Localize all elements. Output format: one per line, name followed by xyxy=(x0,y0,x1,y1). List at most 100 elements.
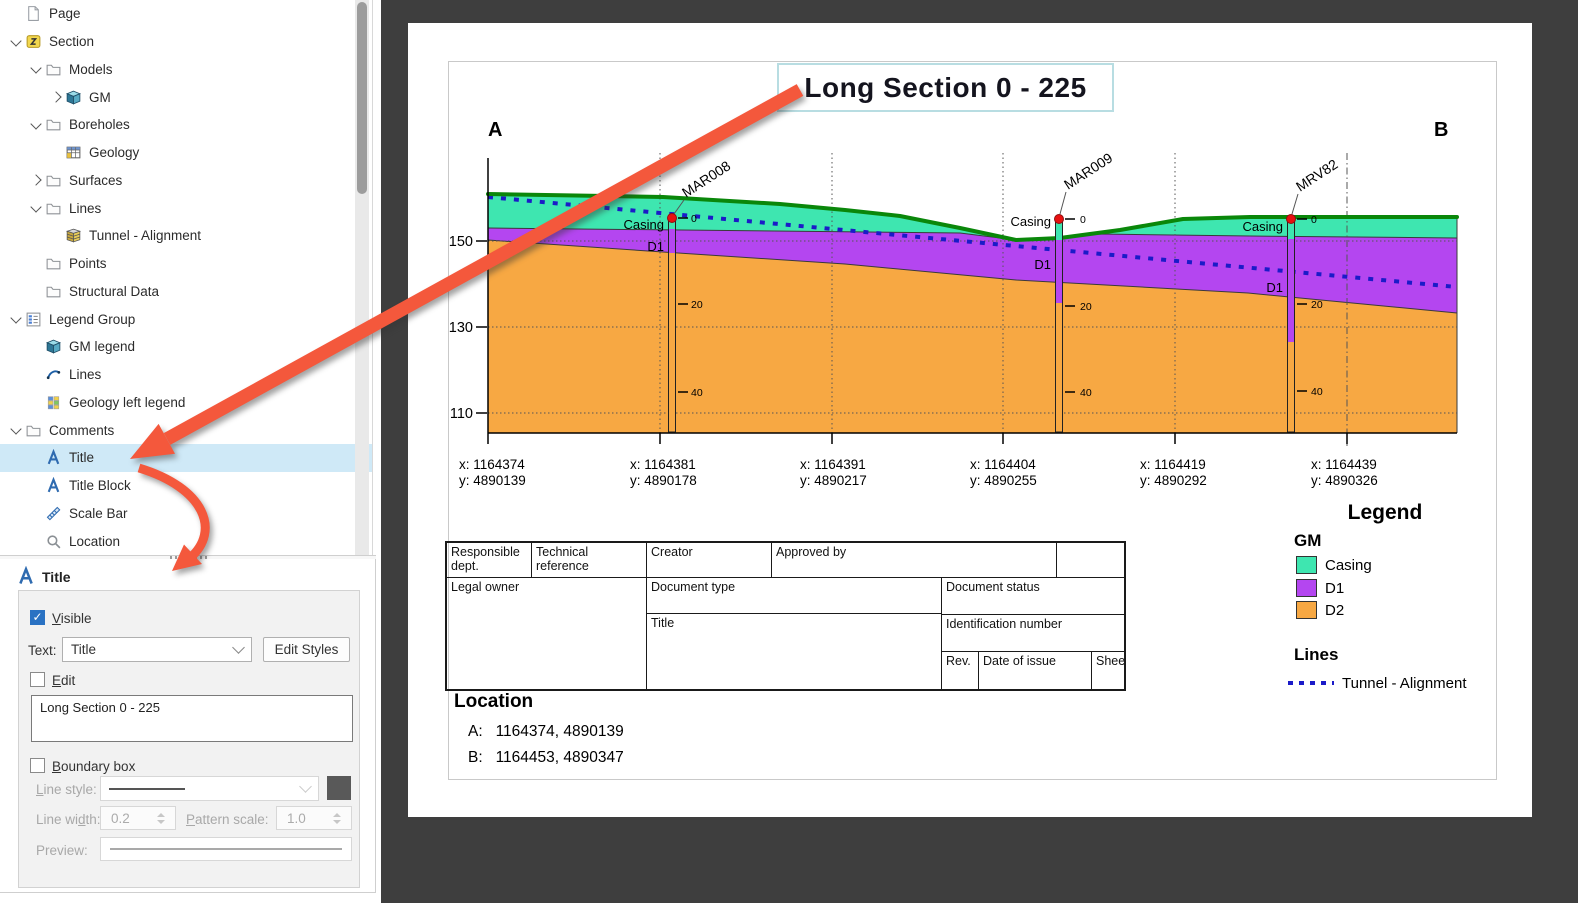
tree-item-boreholes[interactable]: Boreholes xyxy=(0,111,372,139)
tree-item-scale-bar[interactable]: Scale Bar xyxy=(0,500,372,528)
text-dropdown[interactable]: Title xyxy=(62,637,252,662)
section-start-label: A xyxy=(488,119,502,142)
tree-item-title-block[interactable]: Title Block xyxy=(0,472,372,500)
svg-text:110: 110 xyxy=(450,406,473,422)
text-label: Text: xyxy=(28,643,57,658)
d2-swatch xyxy=(1296,601,1317,619)
tree-item-geology[interactable]: Geology xyxy=(0,139,372,167)
table-cell: Legal owner xyxy=(447,578,647,689)
table-cell: Technical reference xyxy=(532,543,647,578)
title-block-table[interactable]: Responsible dept. Technical reference Cr… xyxy=(445,541,1126,691)
title-properties-panel: Title ✓ Visible Text: Title Edit Styles … xyxy=(0,559,376,893)
boundary-box-checkbox[interactable] xyxy=(30,758,45,773)
page-icon xyxy=(25,5,42,22)
tree-scrollbar[interactable] xyxy=(355,0,369,555)
svg-text:x: 1164419: x: 1164419 xyxy=(1140,457,1206,472)
tree-item-label: Geology left legend xyxy=(69,395,185,410)
tree-item-gm-legend[interactable]: GM legend xyxy=(0,333,372,361)
casing-swatch xyxy=(1296,556,1317,574)
table-cell: Document type xyxy=(647,578,942,614)
tree-item-gm[interactable]: GM xyxy=(0,83,372,111)
collar-marker xyxy=(1287,215,1296,224)
chevron-right-icon[interactable] xyxy=(28,172,45,188)
table-cell: Document status xyxy=(942,578,1124,615)
chevron-down-icon[interactable] xyxy=(8,34,25,50)
edit-checkbox[interactable] xyxy=(30,672,45,687)
tree-item-legend-group[interactable]: Legend Group xyxy=(0,305,372,333)
tree-item-label: Boreholes xyxy=(69,117,130,132)
text-dropdown-value: Title xyxy=(71,642,96,657)
curve-icon xyxy=(45,366,62,383)
tree-item-lines-legend[interactable]: Lines xyxy=(0,361,372,389)
folder-icon xyxy=(45,172,62,189)
svg-text:Casing: Casing xyxy=(1243,219,1283,234)
svg-text:y: 4890178: y: 4890178 xyxy=(630,473,697,488)
tree-item-section[interactable]: Section xyxy=(0,28,372,56)
tree-item-tunnel-alignment[interactable]: Tunnel - Alignment xyxy=(0,222,372,250)
station-labels: x: 1164374y: 4890139 x: 1164381y: 489017… xyxy=(459,457,1378,488)
svg-text:D1: D1 xyxy=(647,239,664,254)
line-style-label: Line style: xyxy=(36,782,97,797)
edit-label: Edit xyxy=(52,673,75,688)
title-text-area[interactable]: Long Section 0 - 225 xyxy=(31,695,353,742)
folder-icon xyxy=(45,61,62,78)
tree-item-label: Legend Group xyxy=(49,312,135,327)
tree-item-points[interactable]: Points xyxy=(0,250,372,278)
cross-section-plot: 150 130 110 0 20 40 MAR008 Casing D1 xyxy=(440,150,1460,490)
legend-item-tunnel: Tunnel - Alignment xyxy=(1288,673,1467,693)
section-title-box[interactable]: Long Section 0 - 225 xyxy=(777,63,1114,112)
preview-label: Preview: xyxy=(36,843,88,858)
chevron-down-icon[interactable] xyxy=(8,422,25,438)
properties-header: Title xyxy=(42,569,71,585)
tree-item-structural-data[interactable]: Structural Data xyxy=(0,278,372,306)
borehole-name: MAR008 xyxy=(679,157,734,200)
tree-item-models[interactable]: Models xyxy=(0,56,372,84)
tree-item-label: Models xyxy=(69,62,113,77)
preview-box xyxy=(100,837,352,861)
folder-icon xyxy=(45,283,62,300)
svg-text:y: 4890217: y: 4890217 xyxy=(800,473,867,488)
collar-marker xyxy=(1055,215,1064,224)
chevron-down-icon[interactable] xyxy=(28,117,45,133)
svg-text:D1: D1 xyxy=(1266,280,1283,295)
svg-text:x: 1164439: x: 1164439 xyxy=(1311,457,1377,472)
tree-item-lines-folder[interactable]: Lines xyxy=(0,194,372,222)
tree-scrollbar-thumb[interactable] xyxy=(357,2,367,194)
svg-text:Casing: Casing xyxy=(624,217,664,232)
section-title: Long Section 0 - 225 xyxy=(804,72,1086,104)
table-cell: Sheet xyxy=(1092,652,1124,689)
tree-item-label: Title xyxy=(69,450,94,465)
layout-page[interactable]: Long Section 0 - 225 A B xyxy=(408,23,1532,817)
chevron-down-icon xyxy=(232,641,245,654)
tree-item-surfaces[interactable]: Surfaces xyxy=(0,167,372,195)
tree-item-comments[interactable]: Comments xyxy=(0,416,372,444)
chevron-down-icon[interactable] xyxy=(8,311,25,327)
chevron-down-icon xyxy=(299,780,312,793)
d1-swatch xyxy=(1296,579,1317,597)
edit-styles-button[interactable]: Edit Styles xyxy=(263,637,350,662)
folder-icon xyxy=(45,255,62,272)
tree-item-location[interactable]: Location xyxy=(0,527,372,555)
tree-item-geology-left-legend[interactable]: Geology left legend xyxy=(0,389,372,417)
tree-item-label: Comments xyxy=(49,423,114,438)
svg-text:20: 20 xyxy=(1311,299,1323,311)
chevron-right-icon[interactable] xyxy=(48,89,65,105)
preview-line-sample xyxy=(110,848,342,850)
tree-item-label: Tunnel - Alignment xyxy=(89,228,201,243)
section-end-label: B xyxy=(1434,119,1448,142)
tree-item-page[interactable]: Page xyxy=(0,0,372,28)
chevron-down-icon[interactable] xyxy=(28,61,45,77)
table-cell: Approved by xyxy=(772,543,1057,578)
legend-item-d2: D2 xyxy=(1296,600,1344,620)
section-icon xyxy=(25,33,42,50)
tree-item-label: Lines xyxy=(69,367,101,382)
svg-text:20: 20 xyxy=(1080,301,1092,313)
table-icon xyxy=(65,144,82,161)
svg-text:20: 20 xyxy=(691,299,703,311)
layered-cube-icon xyxy=(65,227,82,244)
table-cell: Identification number xyxy=(942,615,1124,652)
tree-item-label: Points xyxy=(69,256,107,271)
chevron-down-icon[interactable] xyxy=(28,200,45,216)
visible-checkbox[interactable]: ✓ xyxy=(30,610,45,625)
tree-item-title[interactable]: Title xyxy=(0,444,372,472)
